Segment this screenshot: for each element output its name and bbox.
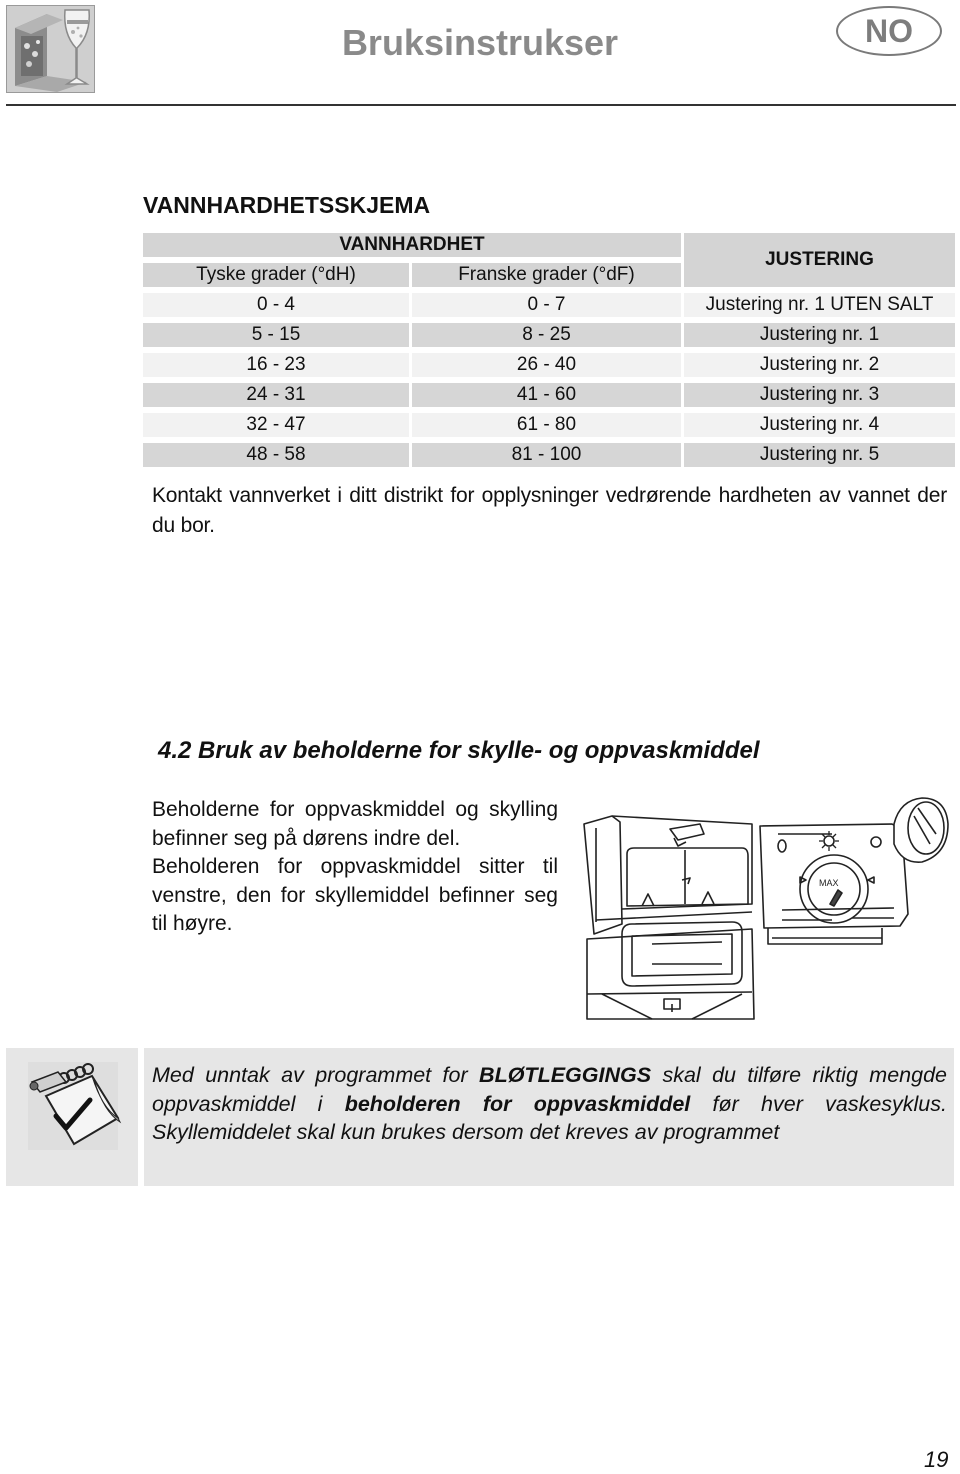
tip-text-emphasis: BLØTLEGGINGS: [479, 1063, 652, 1087]
dial-max-label: MAX: [819, 878, 839, 888]
cell-df: 26 - 40: [411, 353, 681, 377]
section-title-dispensers: 4.2 Bruk av beholderne for skylle- og op…: [158, 737, 760, 764]
table-row: 32 - 47 61 - 80 Justering nr. 4: [143, 413, 955, 437]
water-hardness-table: VANNHARDHET JUSTERING Tyske grader (°dH)…: [140, 227, 958, 473]
cell-dh: 32 - 47: [143, 413, 409, 437]
language-badge: NO: [836, 6, 942, 56]
document-title: Bruksinstrukser: [341, 22, 619, 63]
notepad-check-icon: [28, 1062, 122, 1150]
soak-program-tip: Med unntak av programmet for BLØTLEGGING…: [152, 1061, 947, 1147]
dispenser-illustration: MAX: [582, 794, 954, 1020]
cell-df: 8 - 25: [411, 323, 681, 347]
column-header-setting: JUSTERING: [683, 233, 955, 287]
group-header-water-hardness: VANNHARDHET: [143, 233, 681, 257]
column-header-french-degrees: Franske grader (°dF): [411, 263, 681, 287]
tip-icon-panel: [6, 1048, 138, 1186]
table-header-row: VANNHARDHET JUSTERING: [143, 233, 955, 287]
cell-dh: 5 - 15: [143, 323, 409, 347]
paragraph-dispenser-location: Beholderne for oppvaskmiddel og skylling…: [152, 798, 558, 850]
cell-df: 0 - 7: [411, 293, 681, 317]
cell-setting: Justering nr. 3: [683, 383, 955, 407]
cell-setting: Justering nr. 2: [683, 353, 955, 377]
cell-setting: Justering nr. 1: [683, 323, 955, 347]
cell-dh: 24 - 31: [143, 383, 409, 407]
cell-setting: Justering nr. 1 UTEN SALT: [683, 293, 955, 317]
cell-df: 61 - 80: [411, 413, 681, 437]
cell-dh: 48 - 58: [143, 443, 409, 467]
table-row: 24 - 31 41 - 60 Justering nr. 3: [143, 383, 955, 407]
cell-dh: 16 - 23: [143, 353, 409, 377]
section-title-hardness-chart: VANNHARDHETSSKJEMA: [143, 192, 431, 218]
table-row: 48 - 58 81 - 100 Justering nr. 5: [143, 443, 955, 467]
water-authority-note: Kontakt vannverket i ditt distrikt for o…: [152, 484, 947, 537]
tip-text-part: Med unntak av programmet for: [152, 1063, 480, 1087]
paragraph-dispenser-sides: Beholderen for oppvaskmiddel sitter til …: [152, 855, 558, 935]
tip-text-emphasis: beholderen for oppvaskmiddel: [344, 1091, 691, 1116]
table-row: 5 - 15 8 - 25 Justering nr. 1: [143, 323, 955, 347]
table-row: 0 - 4 0 - 7 Justering nr. 1 UTEN SALT: [143, 293, 955, 317]
dispenser-description: Beholderne for oppvaskmiddel og skylling…: [152, 796, 558, 939]
cell-df: 81 - 100: [411, 443, 681, 467]
header-divider: [6, 104, 956, 106]
cell-dh: 0 - 4: [143, 293, 409, 317]
page-number: 19: [924, 1447, 949, 1472]
table-row: 16 - 23 26 - 40 Justering nr. 2: [143, 353, 955, 377]
column-header-german-degrees: Tyske grader (°dH): [143, 263, 409, 287]
cell-setting: Justering nr. 4: [683, 413, 955, 437]
cell-df: 41 - 60: [411, 383, 681, 407]
cell-setting: Justering nr. 5: [683, 443, 955, 467]
